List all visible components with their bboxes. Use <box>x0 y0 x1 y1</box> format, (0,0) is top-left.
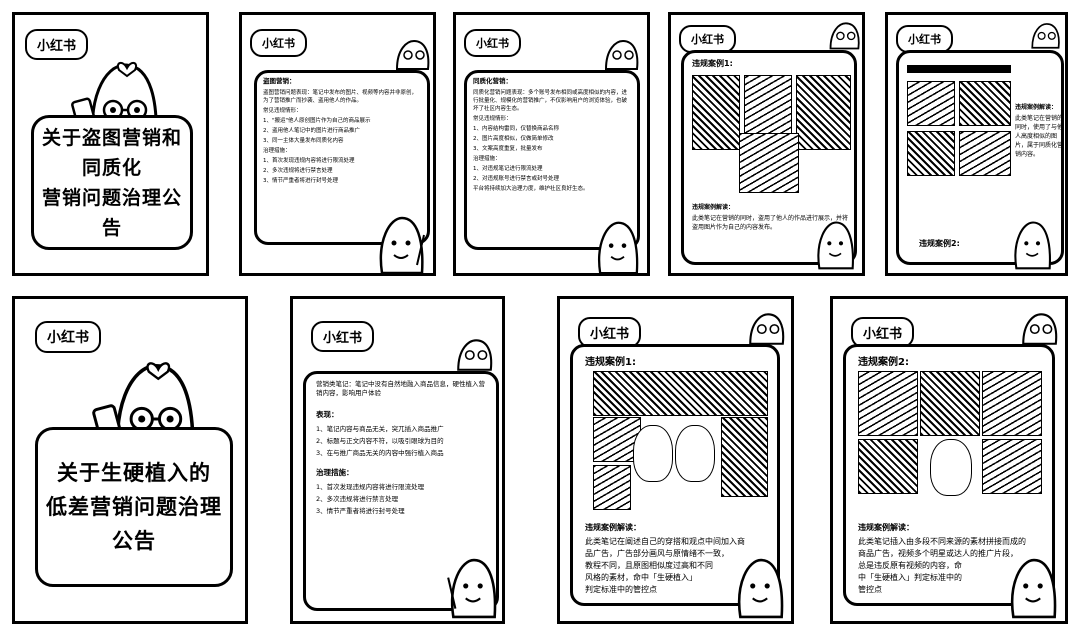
panel-paragraph: 3、文案高度重复，批量发布 <box>473 146 543 152</box>
panel-text: 盗图营销： 盗图营销问题表现：笔记中发布的图片、视频等内容并非原创，为了营销推广… <box>257 73 427 191</box>
mascot-icon <box>737 558 784 619</box>
cover-title-line1: 关于生硬植入的 <box>57 461 211 485</box>
panel-paragraph: 1、"搬运"他人原创图片作为自己的商品展示 <box>263 118 371 124</box>
case-photo <box>739 133 799 193</box>
mascot-peek-icon <box>604 39 639 70</box>
case-photo <box>858 371 918 436</box>
brand-logo: 小红书 <box>896 25 953 53</box>
panel-paragraph: 平台将持续加大治理力度，维护社区良好生态。 <box>473 186 589 192</box>
brand-logo: 小红书 <box>311 321 375 352</box>
case-photo <box>796 75 851 150</box>
case-photo <box>692 75 740 150</box>
cover-title-line1: 关于盗图营销和同质化 <box>41 126 182 179</box>
case-photo <box>721 417 768 497</box>
panel-paragraph: 治理措施： <box>473 156 501 162</box>
brand-logo: 小红书 <box>464 29 521 57</box>
panel-heading: 治理措施： <box>316 468 354 477</box>
case-photo <box>959 81 1011 126</box>
case-desc-line: 此类笔记插入由多段不同来源的素材拼接而成的 <box>858 537 1026 546</box>
case-photo <box>593 371 768 416</box>
cover-title-box: 关于生硬植入的 低差营销问题治理公告 <box>35 427 233 587</box>
page-card-7: 小红书 违规案例1: 违规案例解读： 此类笔记在阐述自己的穿搭和观点中间加入商 … <box>557 296 794 624</box>
panel-heading: 表现： <box>316 410 339 419</box>
mascot-icon <box>1014 221 1051 270</box>
case-desc-title: 违规案例解读： <box>1015 104 1058 111</box>
cover-title-box: 关于盗图营销和同质化 营销问题治理公告 <box>31 115 193 250</box>
mascot-peek-icon <box>1022 313 1058 345</box>
cover-card-1: 小红书 关于盗图营销和同质化 营销问题治理公告 <box>12 12 209 276</box>
panel-paragraph: 2、图片高度相似，仅做简单修改 <box>473 136 554 142</box>
panel-paragraph: 1、首次发现违规内容将进行限流处理 <box>316 483 425 491</box>
mascot-icon <box>817 221 854 270</box>
mascot-peek-icon <box>457 339 493 371</box>
mascot-peek-icon <box>395 39 430 70</box>
mascot-icon <box>379 216 425 275</box>
mascot-peek-icon <box>1031 23 1060 49</box>
case-photo <box>920 371 980 436</box>
panel-paragraph: 盗图营销问题表现：笔记中发布的图片、视频等内容并非原创，为了营销推广而抄袭、盗用… <box>263 90 418 104</box>
case-label: 违规案例1: <box>585 357 636 368</box>
panel-paragraph: 2、多次违规将进行禁言处理 <box>316 495 399 503</box>
case-photo-face <box>930 439 972 496</box>
panel-paragraph: 2、对违规账号进行禁言或封号处理 <box>473 176 560 182</box>
brand-logo: 小红书 <box>35 321 101 353</box>
case-label: 违规案例2: <box>919 239 960 248</box>
panel-text: 同质化营销： 同质化营销问题表现：多个账号发布相同或高度相似的内容，进行批量化、… <box>467 73 637 199</box>
panel-paragraph: 3、情节严重者将进行封号处理 <box>316 507 405 515</box>
panel-heading: 盗图营销： <box>263 77 296 85</box>
case-desc-title: 违规案例解读： <box>585 523 641 532</box>
panel-paragraph: 1、笔记内容与商品无关，突兀插入商品推广 <box>316 425 444 433</box>
panel-paragraph: 治理措施： <box>263 148 291 154</box>
page-card-5: 小红书 违规案例解读： 此类笔记在营销的同时，使用了与他人高度相似的图片，属于同… <box>885 12 1068 276</box>
page-card-4: 小红书 违规案例1: 违规案例解读： 此类笔记在营销的同时，盗用了他人的作品进行… <box>668 12 865 276</box>
panel-heading: 同质化营销： <box>473 77 512 85</box>
case-photo-face <box>675 425 715 482</box>
case-photo <box>959 131 1011 176</box>
page-card-3: 小红书 同质化营销： 同质化营销问题表现：多个账号发布相同或高度相似的内容，进行… <box>453 12 650 276</box>
cover-title-line2: 营销问题治理公告 <box>41 186 182 239</box>
case-label: 违规案例2: <box>858 357 909 368</box>
case-photo <box>593 465 631 510</box>
panel-text: 营销类笔记：笔记中没有自然地融入商品信息，硬性植入营销内容，影响用户体验 表现：… <box>306 374 496 525</box>
mascot-peek-icon <box>829 22 860 50</box>
cover-card-2: 小红书 关于生硬植入的 低差营销问题治理公告 <box>12 296 248 624</box>
panel-paragraph: 3、同一主体大量发布同质化内容 <box>263 138 344 144</box>
case-label: 违规案例1: <box>692 59 733 68</box>
case-desc-title: 违规案例解读： <box>692 204 735 211</box>
panel-paragraph: 3、情节严重者将进行封号处理 <box>263 178 339 184</box>
panel-paragraph: 2、多次违规将进行禁言处理 <box>263 168 333 174</box>
case-photo <box>907 81 955 126</box>
page-card-2: 小红书 盗图营销： 盗图营销问题表现：笔记中发布的图片、视频等内容并非原创，为了… <box>239 12 436 276</box>
cover-title-line2: 低差营销问题治理公告 <box>46 495 222 553</box>
mascot-peek-icon <box>749 313 785 345</box>
panel-paragraph: 1、对违规笔记进行限流处理 <box>473 166 543 172</box>
panel-paragraph: 常见违规情形： <box>263 108 302 114</box>
case-photo <box>907 65 1011 73</box>
mascot-icon <box>598 221 639 275</box>
panel-paragraph: 2、盗用他人笔记中的图片进行商品推广 <box>263 128 361 134</box>
panel-paragraph: 同质化营销问题表现：多个账号发布相同或高度相似的内容，进行批量化、规模化的营销推… <box>473 90 628 112</box>
panel-paragraph: 2、标题与正文内容不符，以吸引眼球为目的 <box>316 437 444 445</box>
panel-intro: 营销类笔记：笔记中没有自然地融入商品信息，硬性植入营销内容，影响用户体验 <box>316 380 485 397</box>
page-card-8: 小红书 违规案例2: 违规案例解读： 此类笔记插入由多段不同来源的素材拼接而成的… <box>830 296 1068 624</box>
case-desc-line: 此类笔记在阐述自己的穿搭和观点中间加入商 <box>585 537 745 546</box>
panel-paragraph: 1、首次发现违规内容将进行限流处理 <box>263 158 355 164</box>
brand-logo: 小红书 <box>25 29 89 60</box>
page-card-6: 小红书 营销类笔记：笔记中没有自然地融入商品信息，硬性植入营销内容，影响用户体验… <box>290 296 505 624</box>
case-photo <box>858 439 918 494</box>
case-desc-title: 违规案例解读： <box>858 523 914 532</box>
case-description: 违规案例解读： 此类笔记在营销的同时，使用了与他人高度相似的图片，属于同质化营销… <box>1015 103 1064 159</box>
brand-logo: 小红书 <box>250 29 307 57</box>
case-photo <box>982 439 1042 494</box>
case-photo <box>907 131 955 176</box>
panel-paragraph: 常见违规情形： <box>473 116 512 122</box>
mascot-icon <box>1010 558 1057 619</box>
case-photo <box>982 371 1042 436</box>
brand-logo: 小红书 <box>679 25 736 53</box>
mascot-icon <box>447 558 497 619</box>
panel-paragraph: 1、内容结构雷同，仅替换商品名称 <box>473 126 560 132</box>
case-desc-text: 此类笔记在营销的同时，使用了与他人高度相似的图片，属于同质化营销内容。 <box>1015 115 1064 158</box>
panel-paragraph: 3、在与推广商品无关的内容中强行植入商品 <box>316 449 444 457</box>
case-photo-face <box>633 425 673 482</box>
